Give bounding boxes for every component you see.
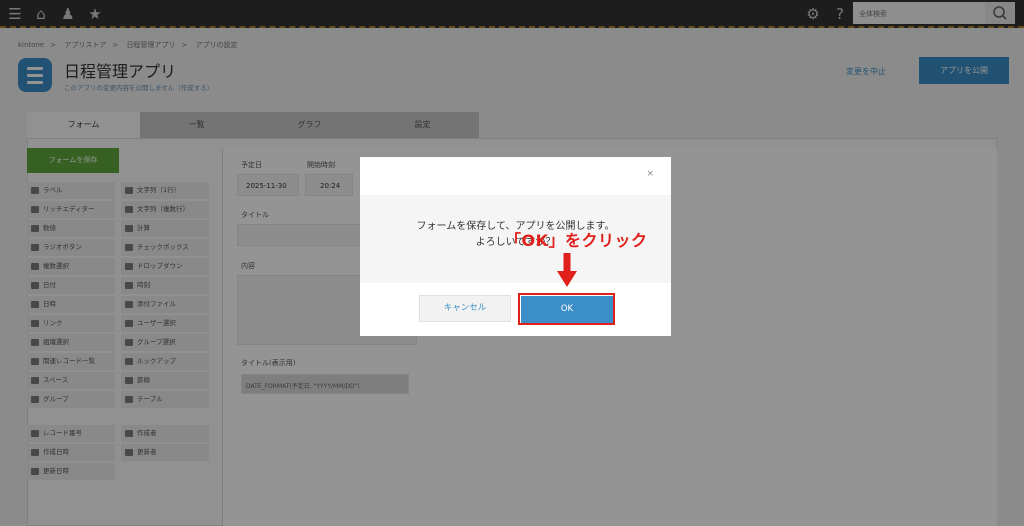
arrow-down-icon [557,253,577,287]
cancel-button[interactable]: キャンセル [419,295,511,322]
ok-button-highlight-box [518,293,615,325]
close-icon[interactable]: × [646,169,654,179]
instruction-annotation: 「OK」をクリック [505,231,648,250]
